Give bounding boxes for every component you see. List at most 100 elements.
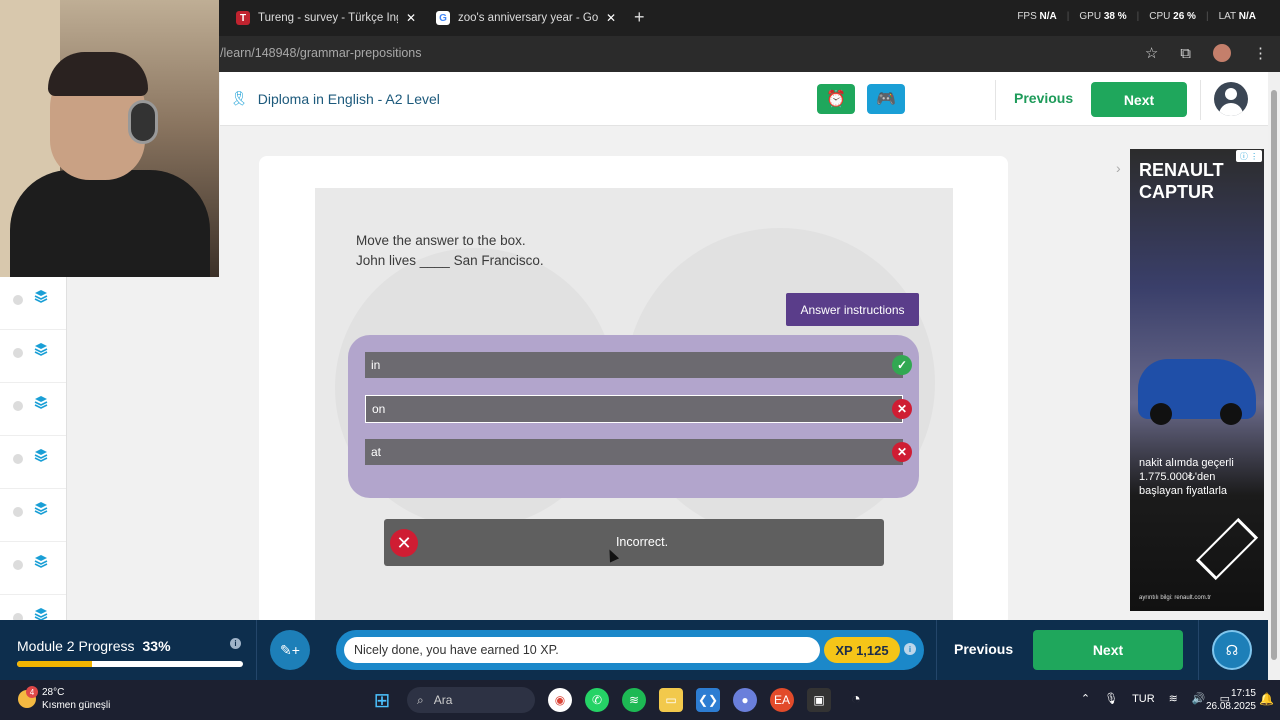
divider [256, 620, 257, 680]
sidebar-lesson-item[interactable] [0, 383, 66, 436]
module-title-text: Module 2 Progress [17, 638, 135, 654]
course-title-text: Diploma in English - A2 Level [257, 90, 440, 107]
time: 17:15 [1230, 688, 1256, 699]
bookmark-star-icon[interactable]: ☆ [1145, 44, 1158, 62]
search-placeholder: Ara [433, 693, 453, 707]
temperature: 28°C [42, 687, 65, 698]
weather-sun-icon: 4 [18, 686, 38, 708]
cpu-label: CPU [1149, 11, 1171, 22]
file-explorer-icon[interactable]: ▭ [659, 688, 683, 712]
info-icon[interactable]: i [230, 638, 241, 649]
support-button[interactable]: ☊ [1212, 630, 1252, 670]
close-tab-icon[interactable]: ✕ [606, 11, 616, 25]
close-tab-icon[interactable]: ✕ [406, 11, 416, 25]
footer-previous-button[interactable]: Previous [954, 641, 1013, 657]
ad-brand-line: RENAULT [1139, 160, 1224, 180]
sidebar-lesson-item[interactable] [0, 330, 66, 383]
tab-title: Tureng - survey - Türkçe İngilizce [258, 12, 398, 24]
search-icon: ⌕ [417, 692, 424, 707]
ad-brand: RENAULT CAPTUR [1139, 159, 1224, 203]
weather-text: Kısmen güneşli [42, 700, 111, 711]
ad-text-line: nakit alımda geçerli [1139, 457, 1234, 469]
ad-model-line: CAPTUR [1139, 182, 1214, 202]
info-icon[interactable]: i [904, 643, 916, 655]
language-indicator[interactable]: TUR [1132, 693, 1155, 705]
feedback-banner: ✕ Incorrect. [384, 519, 884, 566]
sidebar-lesson-item[interactable] [0, 436, 66, 489]
steam-icon[interactable]: ▣ [807, 688, 831, 712]
footer-next-button[interactable]: Next [1033, 630, 1183, 670]
layers-icon [34, 608, 48, 620]
timer-icon[interactable]: ◔ [844, 688, 868, 712]
answer-option-at[interactable]: at [365, 439, 903, 465]
headset-icon [128, 100, 158, 144]
answer-option-on[interactable]: on [365, 395, 903, 423]
divider [936, 620, 937, 680]
windows-start-icon[interactable]: ⊞ [370, 688, 394, 712]
game-button[interactable]: 🎮 [867, 84, 905, 114]
xp-total-badge: XP 1,125 [824, 637, 900, 663]
incorrect-x-icon: ✕ [892, 399, 912, 419]
layers-icon [34, 449, 48, 462]
header-next-button[interactable]: Next [1091, 82, 1187, 117]
status-dot [13, 295, 23, 305]
answer-instructions-button[interactable]: Answer instructions [786, 293, 919, 326]
status-dot [13, 348, 23, 358]
user-avatar-icon[interactable] [1214, 82, 1248, 116]
sidebar-lesson-item[interactable] [0, 595, 66, 620]
profile-avatar[interactable] [1213, 44, 1231, 62]
ea-app-icon[interactable]: EA [770, 688, 794, 712]
weather-widget[interactable]: 4 28°C Kısmen güneşli [18, 686, 110, 712]
date: 26.08.2025 [1205, 701, 1256, 712]
obs-icon[interactable]: ● [733, 688, 757, 712]
add-note-button[interactable]: ✎+ [270, 630, 310, 670]
exercise-prompt: Move the answer to the box. John lives _… [356, 231, 544, 271]
sidebar-lesson-item[interactable] [0, 277, 66, 330]
advertisement[interactable]: RENAULT CAPTUR nakit alımda geçerli 1.77… [1130, 149, 1264, 611]
webcam-overlay [0, 0, 219, 277]
feedback-text: Incorrect. [615, 535, 669, 549]
chrome-icon[interactable]: ◉ [548, 688, 572, 712]
scrollbar-thumb[interactable] [1271, 90, 1277, 660]
course-title: 🎗 Diploma in English - A2 Level [230, 90, 440, 107]
chevron-up-icon[interactable]: ⌃ [1081, 692, 1090, 705]
progress-bar-footer: Module 2 Progress 33% i ✎+ Nicely done, y… [0, 620, 1268, 680]
vscode-icon[interactable]: ❮❯ [696, 688, 720, 712]
answer-option-in[interactable]: in [365, 352, 903, 378]
browser-menu-icon[interactable]: ⋮ [1253, 44, 1268, 62]
option-label: on [372, 402, 386, 416]
sidebar-lesson-item[interactable] [0, 542, 66, 595]
status-dot [13, 613, 23, 620]
chevron-right-icon[interactable]: › [1116, 160, 1121, 176]
page-scrollbar[interactable] [1268, 72, 1280, 680]
divider [1200, 80, 1201, 120]
new-tab-icon[interactable]: + [634, 7, 645, 28]
sidebar-lesson-item[interactable] [0, 489, 66, 542]
ad-choices-icon[interactable]: ⓘ ⋮ [1236, 150, 1262, 162]
tab-google[interactable]: G zoo's anniversary year - Google ✕ [436, 4, 616, 32]
alarm-button[interactable]: ⏰ [817, 84, 855, 114]
divider [1198, 620, 1199, 680]
course-header: 🎗 Diploma in English - A2 Level ⏰ 🎮 Prev… [220, 72, 1268, 126]
incorrect-x-icon: ✕ [892, 442, 912, 462]
module-progress-title: Module 2 Progress 33% [17, 638, 171, 654]
whatsapp-icon[interactable]: ✆ [585, 688, 609, 712]
lat-value: N/A [1238, 11, 1256, 22]
option-label: in [371, 358, 381, 372]
taskbar-search[interactable]: ⌕ Ara [407, 687, 535, 713]
wifi-icon[interactable]: ≋ [1169, 692, 1178, 705]
fps-value: N/A [1039, 11, 1057, 22]
clock[interactable]: 17:15 26.08.2025 [1206, 687, 1256, 713]
speaker-icon[interactable]: 🔊 [1192, 692, 1206, 705]
header-previous-button[interactable]: Previous [1014, 90, 1073, 106]
notification-bell-icon[interactable]: 🔔 [1259, 692, 1274, 706]
url-field[interactable]: /learn/148948/grammar-prepositions [220, 46, 422, 60]
xp-message: Nicely done, you have earned 10 XP. [344, 637, 820, 663]
spotify-icon[interactable]: ≋ [622, 688, 646, 712]
google-favicon-icon: G [436, 11, 450, 25]
car-image [1138, 359, 1256, 425]
extensions-icon[interactable]: ⧉ [1180, 45, 1191, 62]
xp-bar: Nicely done, you have earned 10 XP. XP 1… [336, 630, 924, 670]
tab-tureng[interactable]: T Tureng - survey - Türkçe İngilizce ✕ [236, 4, 416, 32]
microphone-icon[interactable]: 🎙 [1104, 692, 1118, 705]
